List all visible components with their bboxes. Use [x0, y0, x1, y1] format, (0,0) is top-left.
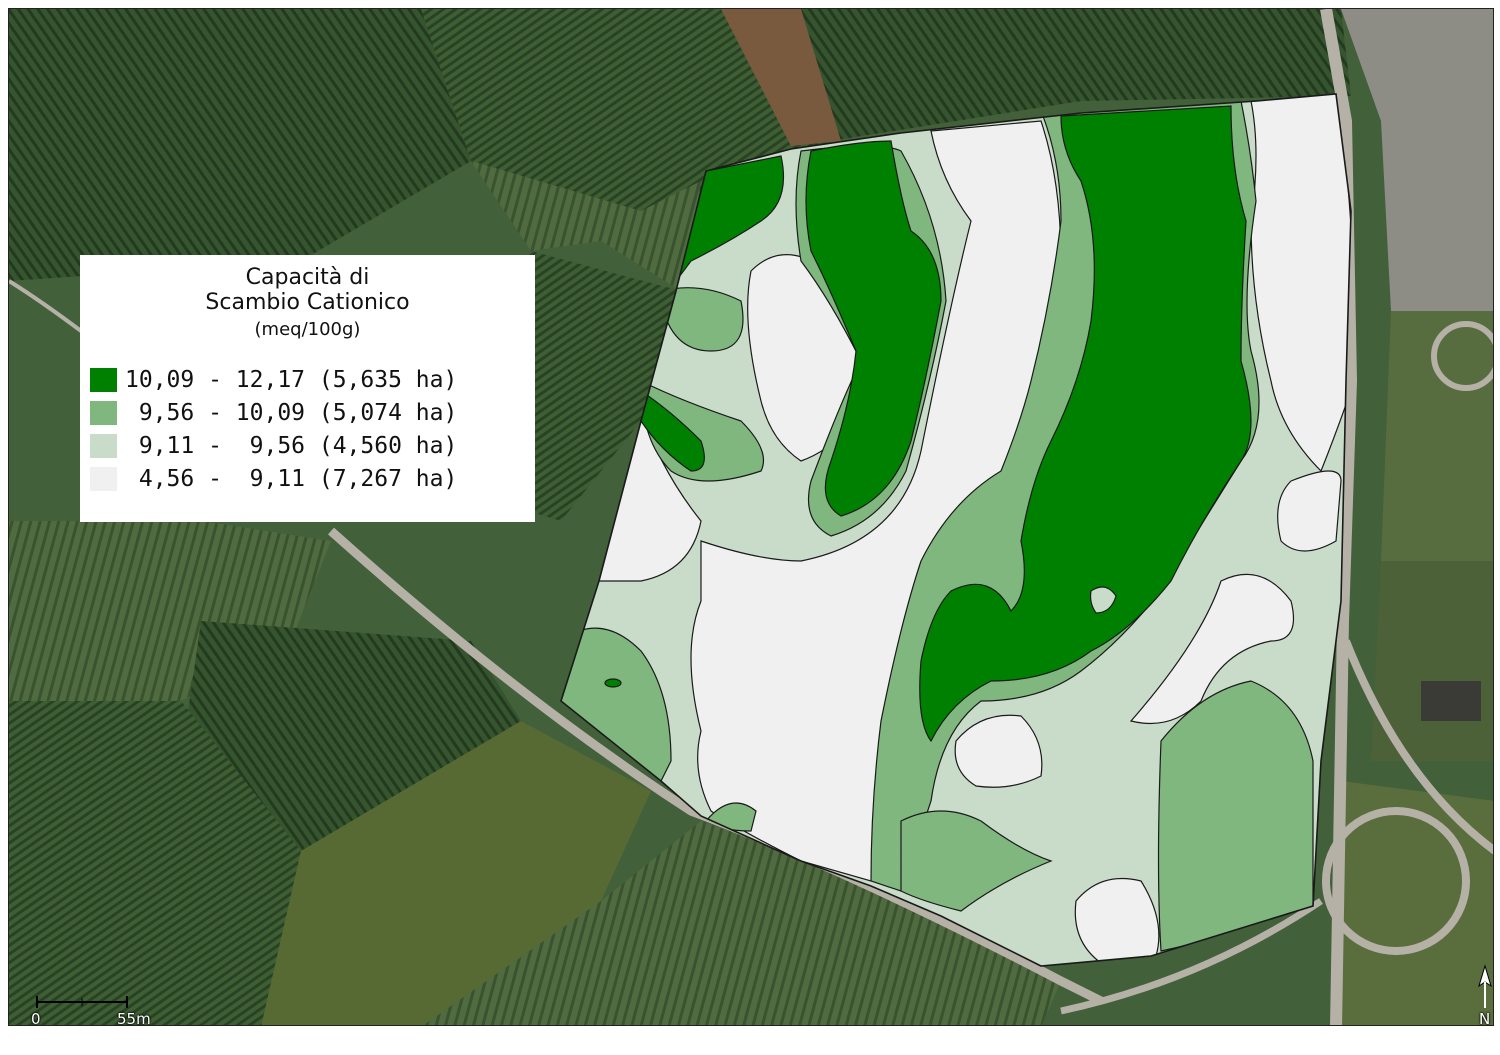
legend-swatch-midlow: [90, 434, 117, 458]
legend-row-midhigh: 9,56 - 10,09 (5,074 ha): [90, 399, 457, 427]
legend-label-midhigh: 9,56 - 10,09 (5,074 ha): [125, 400, 458, 426]
north-arrow-icon: [1478, 964, 1492, 1008]
legend-label-midlow: 9,11 - 9,56 (4,560 ha): [125, 433, 458, 459]
legend-swatch-midhigh: [90, 401, 117, 425]
legend-swatch-high: [90, 368, 117, 392]
legend-title-line1: Capacità di: [245, 265, 370, 290]
legend-label-low: 4,56 - 9,11 (7,267 ha): [125, 466, 458, 492]
north-arrow: N: [1471, 964, 1493, 1026]
scale-bar: 0 55m: [27, 994, 167, 1026]
scale-start-label: 0: [31, 1010, 41, 1026]
zone-low-south: [1074, 877, 1160, 964]
zone-mid-south: [1157, 680, 1314, 952]
scale-end-label: 55m: [117, 1010, 151, 1026]
legend-title-line2: Scambio Cationico: [205, 290, 410, 315]
zone-high-speck: [604, 678, 622, 688]
legend: Capacità di Scambio Cationico (meq/100g)…: [80, 255, 535, 522]
north-label: N: [1479, 1010, 1491, 1026]
legend-unit: (meq/100g): [254, 319, 361, 340]
legend-row-high: 10,09 - 12,17 (5,635 ha): [90, 366, 457, 394]
legend-swatch-low: [90, 467, 117, 491]
legend-label-high: 10,09 - 12,17 (5,635 ha): [125, 367, 458, 393]
legend-row-low: 4,56 - 9,11 (7,267 ha): [90, 465, 457, 493]
legend-row-midlow: 9,11 - 9,56 (4,560 ha): [90, 432, 457, 460]
